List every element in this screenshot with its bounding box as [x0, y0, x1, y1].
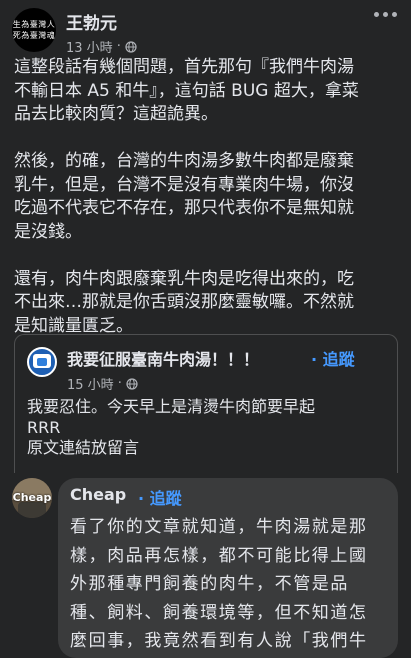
comment-bubble: Cheap · 追蹤 看了你的文章就知道，牛肉湯就是那 樣，肉品再怎樣，都不可能… — [58, 478, 398, 658]
post-line: 吃過不代表它不存在，那只代表你不是無知就 — [14, 198, 354, 218]
comment-line: 外那種專門飼養的肉牛，不管是品 — [70, 574, 349, 594]
post-line: 是沒錢。 — [14, 221, 82, 242]
comment-line: 樣，肉品再怎樣，都不可能比得上國 — [70, 545, 368, 566]
post-line: 不輸日本 A5 和牛』，這句話 BUG 超大，拿菜 — [14, 80, 359, 101]
meta-separator: · — [116, 39, 121, 54]
post-line: 然後，的確，台灣的牛肉湯多數牛肉都是廢棄 — [14, 151, 354, 171]
globe-icon — [125, 40, 137, 53]
shared-page-avatar[interactable] — [27, 347, 57, 377]
post-line: 還有，肉牛肉跟廢棄乳牛肉是吃得出來的，吃 — [14, 268, 354, 289]
author-avatar[interactable]: 生為臺灣人 死為臺灣魂 — [12, 8, 56, 52]
post-paragraph: 還有，肉牛肉跟廢棄乳牛肉是吃得出來的，吃 不出來…那就是你舌頭沒那麼靈敏囉。不然… — [14, 268, 404, 339]
comment-line: 種、飼料、飼養環境等，但不知道怎 — [70, 602, 368, 623]
shared-post-time[interactable]: 15 小時 — [67, 374, 114, 393]
dot — [383, 12, 388, 17]
dot — [392, 12, 397, 17]
author-name[interactable]: 王勃元 — [66, 9, 117, 34]
globe-icon — [126, 377, 138, 390]
commenter-name[interactable]: Cheap — [70, 485, 126, 504]
shared-line: RRR — [27, 417, 61, 437]
follow-label[interactable]: 追蹤 — [323, 350, 355, 369]
shared-page-name[interactable]: 我要征服臺南牛肉湯！！！ — [67, 346, 259, 370]
post-paragraph: 然後，的確，台灣的牛肉湯多數牛肉都是廢棄 乳牛，但是，台灣不是沒有專業肉牛場，你… — [14, 150, 404, 244]
more-options-icon[interactable] — [374, 12, 397, 17]
comment-text: 看了你的文章就知道，牛肉湯就是那 樣，肉品再怎樣，都不可能比得上國 外那種專門飼… — [70, 513, 390, 656]
post-body: 這整段話有幾個問題，首先那句『我們牛肉湯 不輸日本 A5 和牛』，這句話 BUG… — [14, 56, 404, 338]
avatar-label: Cheap — [12, 491, 52, 504]
avatar-shape — [18, 502, 46, 518]
post-header: 生為臺灣人 死為臺灣魂 王勃元 13 小時 · — [0, 0, 411, 60]
post-line: 不出來…那就是你舌頭沒那麼靈敏囉。不然就 — [14, 292, 354, 312]
post-meta: 13 小時 · — [66, 37, 137, 56]
comment-follow-link[interactable]: · 追蹤 — [138, 485, 182, 509]
post-line: 品去比較肉質？這超詭異。 — [14, 104, 218, 124]
avatar-text-line: 生為臺灣人 — [12, 20, 56, 29]
follow-separator: · — [311, 350, 318, 369]
avatar-shape — [37, 358, 47, 366]
shared-follow-link[interactable]: · 追蹤 — [311, 346, 355, 370]
shared-post-card[interactable]: 我要征服臺南牛肉湯！！！ · 追蹤 15 小時 · 我要忍住。今天早上是清燙牛肉… — [14, 334, 398, 473]
meta-separator: · — [117, 376, 122, 391]
post-paragraph: 這整段話有幾個問題，首先那句『我們牛肉湯 不輸日本 A5 和牛』，這句話 BUG… — [14, 56, 404, 127]
commenter-avatar[interactable]: Cheap — [12, 478, 52, 518]
shared-line: 原文連結放留言 — [27, 438, 140, 457]
shared-post-text: 我要忍住。今天早上是清燙牛肉節要早起 RRR 原文連結放留言 — [27, 397, 387, 459]
follow-label[interactable]: 追蹤 — [150, 489, 182, 508]
comment-line: 麼回事，我竟然看到有人說「我們牛 — [70, 631, 368, 651]
comment-line: 看了你的文章就知道，牛肉湯就是那 — [70, 517, 368, 537]
post-time[interactable]: 13 小時 — [66, 37, 113, 56]
shared-line: 我要忍住。今天早上是清燙牛肉節要早起 — [27, 397, 316, 416]
shared-post-meta: 15 小時 · — [67, 374, 138, 393]
post-line: 是知識量匱乏。 — [14, 315, 133, 336]
follow-separator: · — [138, 489, 145, 508]
avatar-text-line: 死為臺灣魂 — [12, 31, 56, 40]
dot — [374, 12, 379, 17]
post-line: 這整段話有幾個問題，首先那句『我們牛肉湯 — [14, 57, 354, 77]
post-line: 乳牛，但是，台灣不是沒有專業肉牛場，你沒 — [14, 174, 354, 195]
